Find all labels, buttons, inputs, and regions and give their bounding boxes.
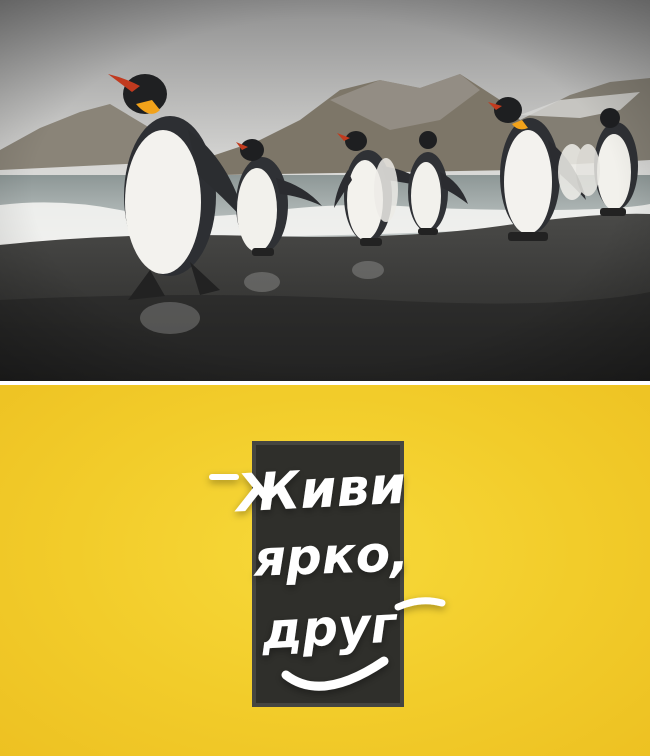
brush-flourish: [394, 597, 446, 611]
penguins-photo: [0, 0, 650, 381]
lettering-line-1: Живи: [232, 456, 407, 525]
poster-artwork: Живи ярко, друг: [209, 441, 446, 707]
lettering-line-2: ярко,: [251, 524, 410, 587]
lettering-line-3: друг: [259, 595, 400, 660]
poster: Живи ярко, друг: [0, 385, 650, 756]
penguins-illustration: [0, 0, 650, 381]
